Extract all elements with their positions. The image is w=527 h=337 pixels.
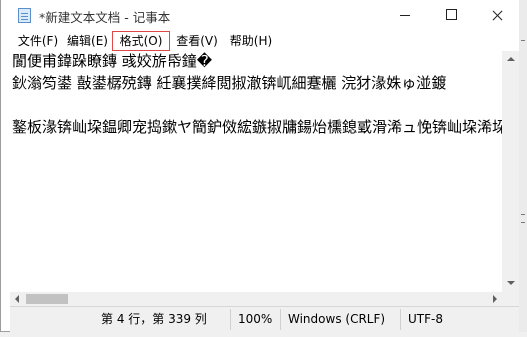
menu-bar: 文件(F) 编辑(E) 格式(O) 查看(V) 帮助(H) [1, 31, 520, 51]
window-title: *新建文本文档 - 记事本 [39, 10, 171, 25]
menu-help[interactable]: 帮助(H) [226, 31, 276, 51]
text-editor[interactable]: 閬便甫鍏跺瞭鏄 彧姣旂帋鐘� 鈥滃笉鍙 敼鍙樼殑鏄 紝襄撲絳閲掓澈锛屼細蹇欐 浣… [10, 51, 502, 292]
status-divider [230, 309, 231, 330]
editor-line: 閬便甫鍏跺瞭鏄 彧姣旂帋鐘� [12, 52, 213, 70]
scroll-up-icon[interactable] [507, 57, 515, 61]
vertical-scrollbar[interactable] [502, 51, 519, 292]
notepad-window: *新建文本文档 - 记事本 文件(F) 编辑(E) 格式(O) 查看(V) 帮助… [0, 0, 520, 332]
minimize-button[interactable] [382, 0, 428, 31]
cursor-position: 第 4 行，第 339 列 [101, 312, 207, 326]
background-window-edge [519, 0, 527, 337]
status-bar: 第 4 行，第 339 列 100% Windows (CRLF) UTF-8 [10, 306, 519, 332]
editor-line: 鐜板湪锛屾垜鎾卿宠捣鏉ヤ簡鈩傚綋鏃掓牗鍚炲櫄鎴戜滑浠ュ悗锛屾垜浠垜 [12, 118, 502, 136]
menu-edit[interactable]: 编辑(E) [63, 31, 112, 51]
notepad-icon [18, 8, 31, 23]
encoding: UTF-8 [408, 312, 443, 326]
close-button[interactable] [474, 0, 520, 31]
menu-file[interactable]: 文件(F) [13, 31, 63, 51]
status-divider [280, 309, 281, 330]
menu-view[interactable]: 查看(V) [172, 31, 222, 51]
editor-line: 鈥滃笉鍙 敼鍙樼殑鏄 紝襄撲絳閲掓澈锛屼細蹇欐 浣犲湪姝ゅ湴鍍 [12, 74, 447, 92]
horizontal-scroll-thumb[interactable] [26, 294, 68, 304]
title-bar[interactable]: *新建文本文档 - 记事本 [1, 0, 520, 31]
background-mark [521, 214, 525, 215]
status-divider [400, 309, 401, 330]
horizontal-scrollbar[interactable] [10, 292, 502, 306]
scroll-down-icon[interactable] [507, 281, 515, 285]
background-mark [521, 40, 525, 41]
menu-format[interactable]: 格式(O) [112, 31, 170, 51]
desktop-strip [0, 332, 527, 337]
line-ending: Windows (CRLF) [288, 312, 386, 326]
scrollbar-corner [502, 292, 519, 306]
scroll-right-icon[interactable] [493, 295, 497, 303]
background-mark [521, 222, 525, 223]
scroll-left-icon[interactable] [15, 295, 19, 303]
maximize-button[interactable] [428, 0, 474, 31]
zoom-level: 100% [238, 312, 273, 326]
